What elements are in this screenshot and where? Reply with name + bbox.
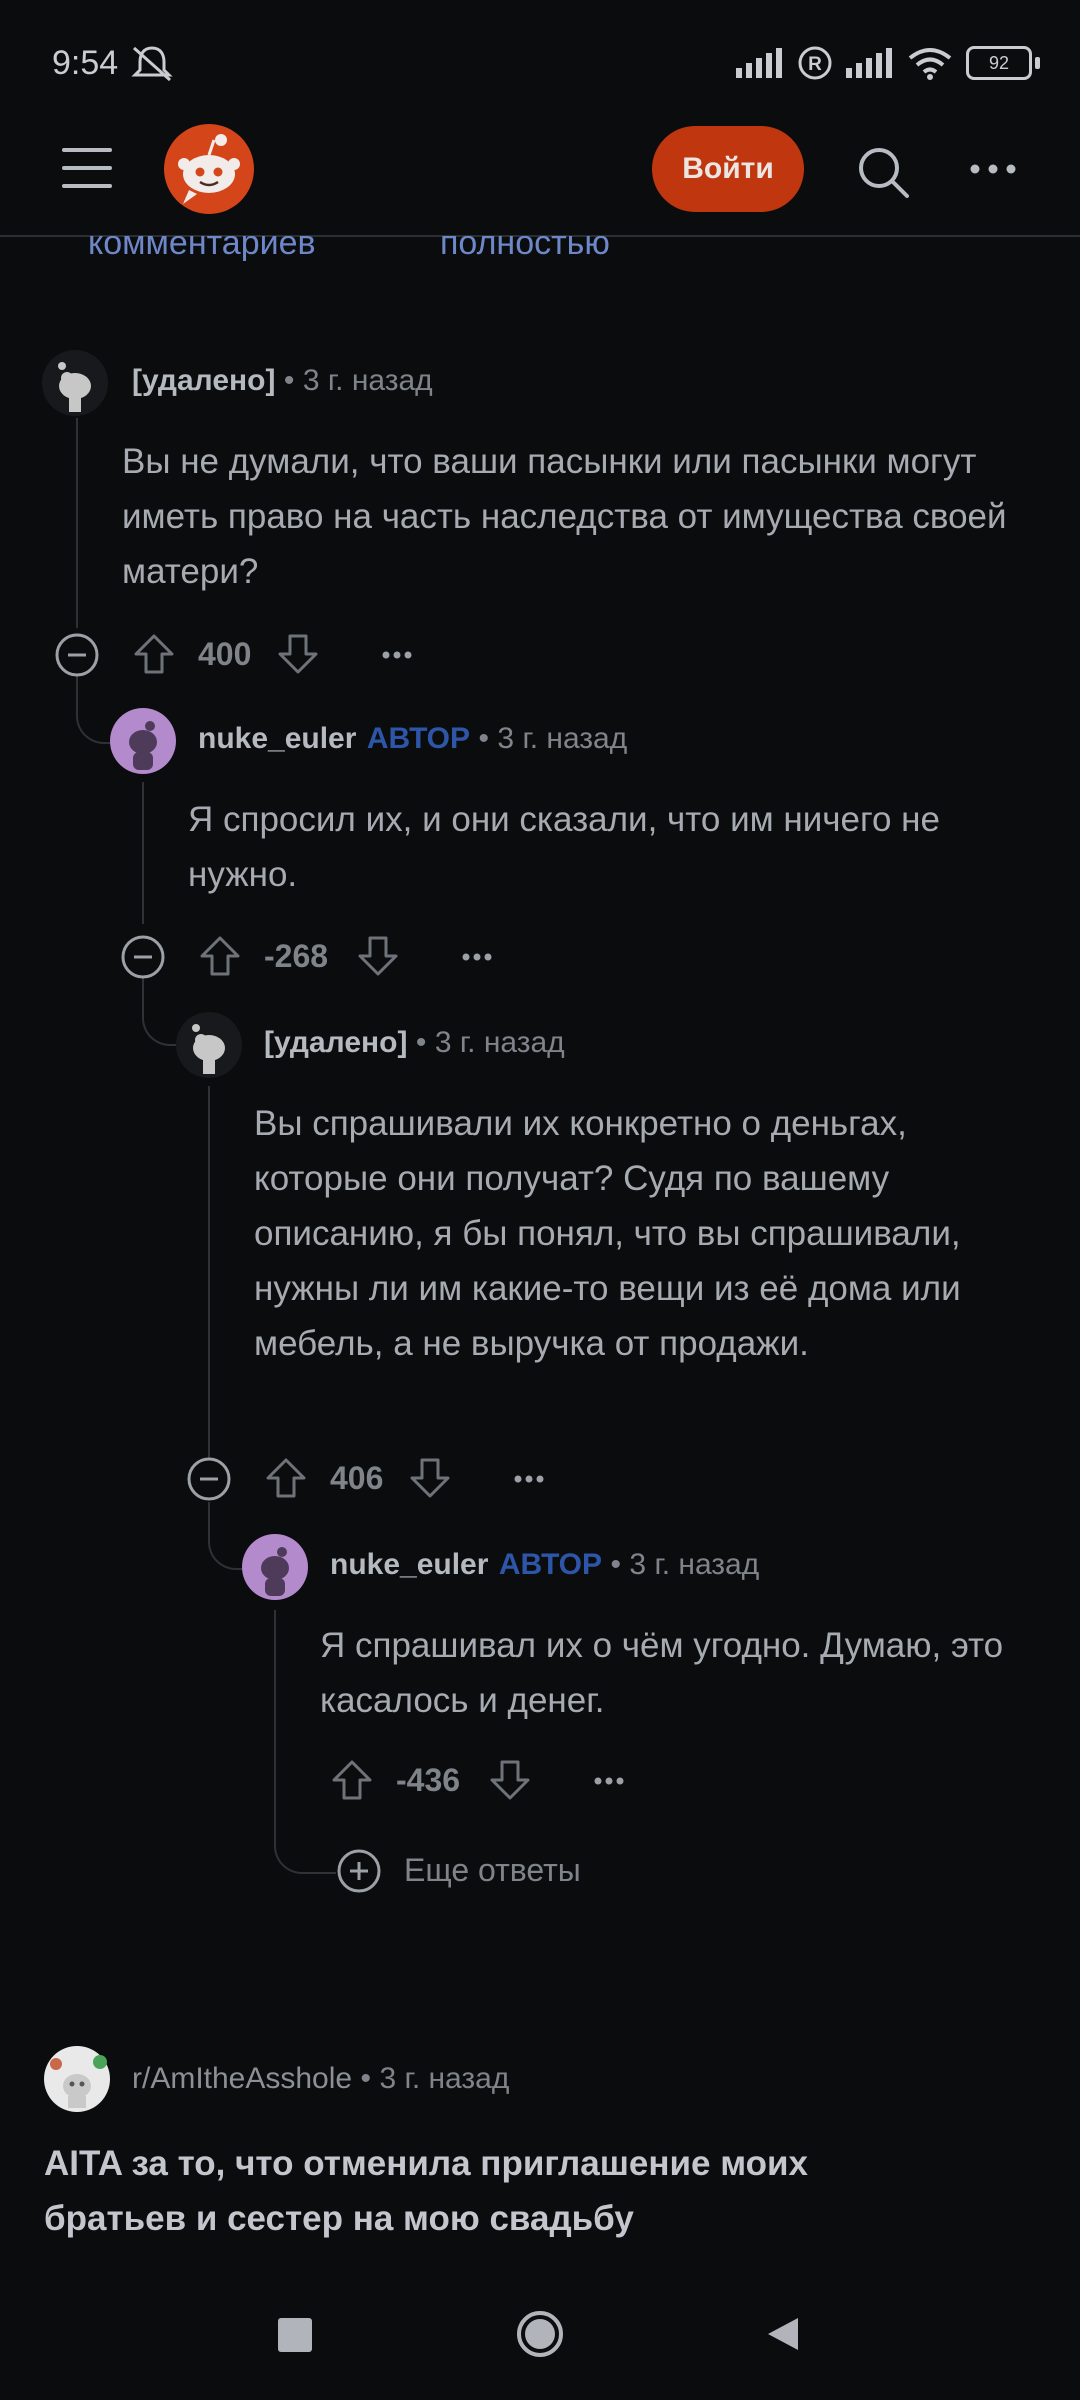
collapse-icon[interactable]	[54, 632, 100, 683]
comment-more-icon[interactable]	[592, 1766, 626, 1801]
timestamp: 3 г. назад	[497, 722, 628, 755]
timestamp: 3 г. назад	[302, 364, 433, 397]
circle-icon[interactable]	[516, 2310, 564, 2358]
roaming-icon: R	[798, 46, 832, 80]
comment-more-icon[interactable]	[512, 1464, 546, 1499]
username[interactable]: [удалено]	[132, 364, 275, 397]
view-more-comments-link[interactable]: комментариев	[88, 236, 316, 263]
comment-more-icon[interactable]	[380, 640, 414, 675]
upvote-icon[interactable]	[198, 934, 242, 983]
plus-icon[interactable]	[336, 1848, 382, 1899]
downvote-icon[interactable]	[408, 1456, 452, 1505]
avatar[interactable]	[110, 708, 176, 774]
timestamp: 3 г. назад	[629, 1548, 760, 1581]
square-icon[interactable]	[278, 2318, 312, 2352]
status-icons: R 92	[736, 46, 1040, 80]
wifi-icon	[908, 48, 952, 80]
timestamp: 3 г. назад	[434, 1026, 565, 1059]
comment-body: Я спросил их, и они сказали, что им ниче…	[188, 800, 940, 894]
collapse-icon[interactable]	[120, 934, 166, 985]
comment-body: Вы не думали, что ваши пасынки или пасын…	[122, 442, 1007, 591]
collapse-icon[interactable]	[186, 1456, 232, 1507]
separator-dot: •	[360, 2062, 372, 2095]
thread-line-3	[208, 1086, 210, 1458]
thread-branch-1	[76, 676, 112, 744]
app-header	[0, 110, 1080, 237]
separator-dot: •	[283, 364, 295, 397]
thread-line-1	[76, 418, 78, 628]
upvote-icon[interactable]	[132, 632, 176, 681]
notifications-muted-icon	[130, 44, 174, 89]
vote-count: -436	[396, 1762, 461, 1798]
battery-indicator: 92	[966, 46, 1032, 80]
username[interactable]: nuke_euler	[330, 1548, 488, 1581]
upvote-icon[interactable]	[264, 1456, 308, 1505]
more-icon[interactable]	[968, 144, 1018, 194]
avatar[interactable]	[42, 350, 108, 416]
author-badge: АВТОР	[366, 722, 470, 755]
reddit-logo-icon[interactable]	[164, 124, 254, 214]
comment-more-icon[interactable]	[460, 942, 494, 977]
username[interactable]: nuke_euler	[198, 722, 356, 755]
subreddit-name[interactable]: r/AmItheAsshole	[132, 2062, 352, 2095]
avatar[interactable]	[176, 1012, 242, 1078]
downvote-icon[interactable]	[488, 1758, 532, 1807]
status-time: 9:54	[52, 44, 119, 82]
search-icon[interactable]	[855, 144, 911, 200]
svg-text:R: R	[808, 54, 822, 75]
username[interactable]: [удалено]	[264, 1026, 407, 1059]
vote-count: -268	[264, 938, 329, 974]
thread-branch-3	[208, 1502, 244, 1570]
signal-2-icon	[846, 48, 892, 78]
subreddit-avatar[interactable]	[44, 2046, 110, 2112]
separator-dot: •	[478, 722, 489, 755]
comment-body: Я спрашивал их о чём угодно. Думаю, это …	[320, 1626, 1004, 1720]
post-title[interactable]: AITA за то, что отменила приглашение мои…	[44, 2136, 944, 2246]
vote-count: 406	[330, 1460, 384, 1496]
thread-branch-2	[142, 978, 178, 1046]
more-replies-link[interactable]: Еще ответы	[404, 1852, 581, 1889]
downvote-icon[interactable]	[356, 934, 400, 983]
back-icon[interactable]	[762, 2314, 802, 2354]
signal-icon	[736, 48, 782, 78]
separator-dot: •	[415, 1026, 427, 1059]
vote-count: 400	[198, 636, 252, 672]
upvote-icon[interactable]	[330, 1758, 374, 1807]
hamburger-menu-icon[interactable]	[62, 148, 112, 192]
avatar[interactable]	[242, 1534, 308, 1600]
timestamp: 3 г. назад	[379, 2062, 510, 2095]
comment-body: Вы спрашивали их конкретно о деньгах, ко…	[254, 1104, 961, 1363]
login-button[interactable]: Войти	[652, 126, 804, 212]
thread-line-2	[142, 782, 144, 924]
separator-dot: •	[610, 1548, 621, 1581]
view-full-link[interactable]: полностью	[440, 236, 610, 263]
author-badge: АВТОР	[498, 1548, 602, 1581]
downvote-icon[interactable]	[276, 632, 320, 681]
